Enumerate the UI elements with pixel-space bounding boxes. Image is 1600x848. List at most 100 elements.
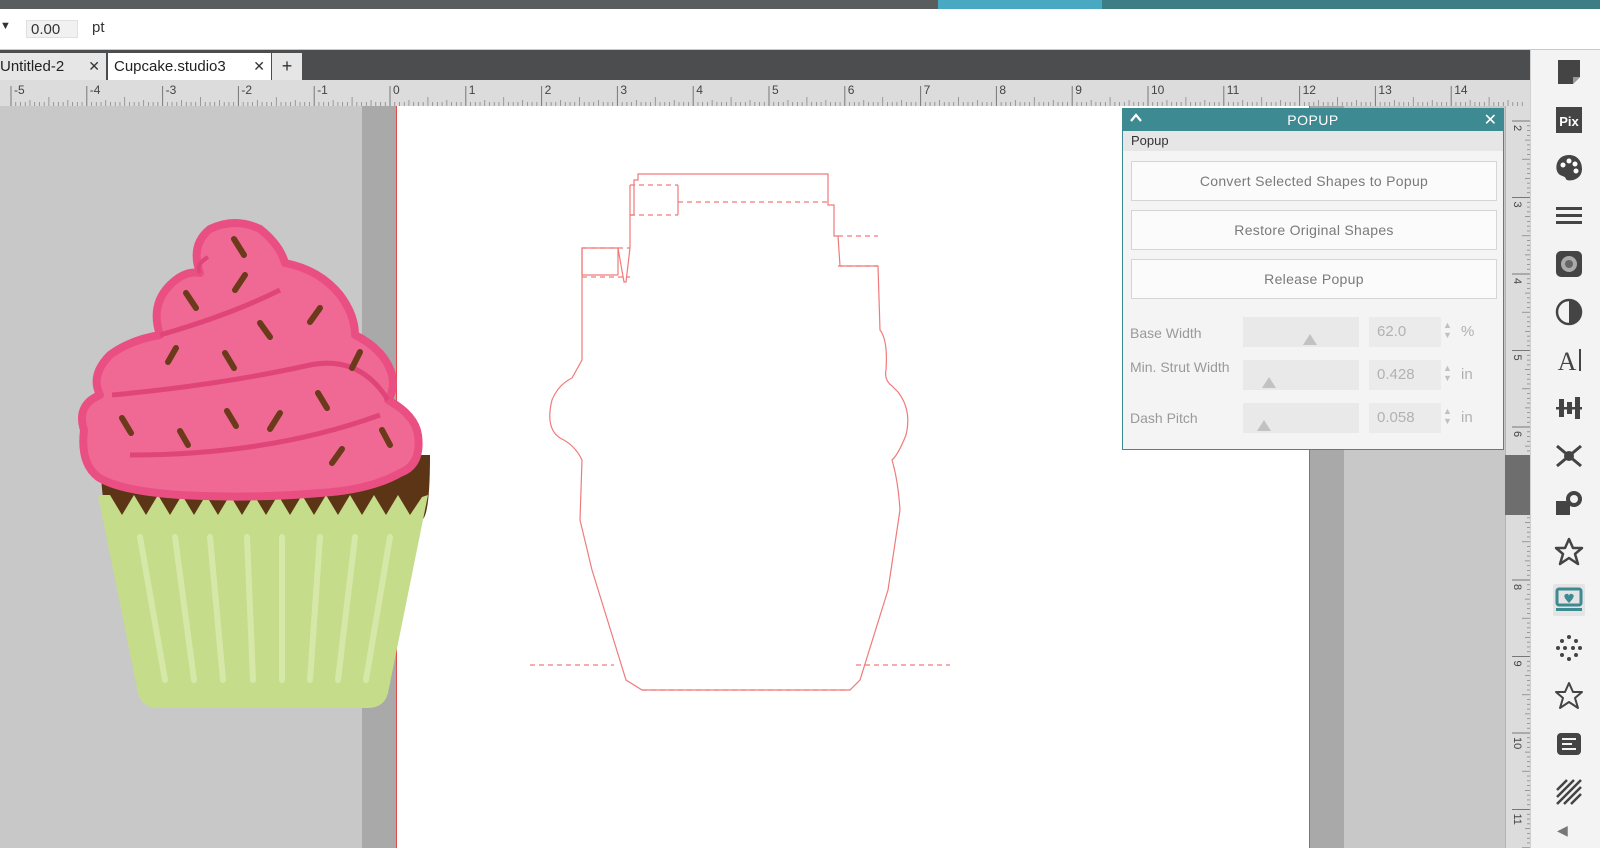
offset-icon — [1556, 635, 1582, 661]
toolbar-tab-active[interactable] — [938, 0, 1102, 9]
popup-section-header: Popup — [1123, 131, 1503, 151]
popup-panel: POPUP ✕ Popup Convert Selected Shapes to… — [1122, 108, 1504, 450]
min-strut-width-unit: in — [1461, 366, 1473, 383]
popup-panel-header[interactable]: POPUP ✕ — [1123, 109, 1503, 131]
dash-pitch-unit: in — [1461, 409, 1473, 426]
ruler-label: 11 — [1227, 83, 1240, 97]
base-width-slider[interactable] — [1243, 317, 1359, 347]
popup-tool[interactable] — [1553, 584, 1585, 616]
close-icon[interactable]: ✕ — [1484, 110, 1497, 130]
ruler-label: 3 — [620, 83, 627, 97]
popup-cut-outline[interactable] — [530, 170, 980, 715]
tool-panel: Pix A ◀ — [1530, 50, 1600, 848]
top-toolbar-strip — [0, 0, 1600, 9]
ruler-ticks: -5 -4 -3 -2 -1 0 1 2 3 4 5 6 7 8 9 10 11 12 13 14 — [10, 83, 1523, 106]
ruler-label: 5 — [772, 83, 779, 97]
pixscan-icon: Pix — [1556, 107, 1582, 133]
layers-tool[interactable] — [1553, 728, 1585, 760]
stepper-arrows-icon[interactable]: ▲ ▼ — [1443, 320, 1453, 340]
min-strut-width-label: Min. Strut Width — [1130, 359, 1230, 375]
ruler-label: 8 — [1511, 584, 1523, 590]
convert-to-popup-button[interactable]: Convert Selected Shapes to Popup — [1131, 161, 1497, 201]
ruler-label: -2 — [241, 83, 252, 97]
base-width-label: Base Width — [1130, 325, 1202, 341]
stroke-width-input[interactable]: 0.00 — [26, 20, 78, 38]
ruler-label: -1 — [317, 83, 328, 97]
ruler-label: 0 — [393, 83, 400, 97]
dash-pitch-slider[interactable] — [1243, 403, 1359, 433]
ruler-label: 1 — [469, 83, 476, 97]
tab-cupcake[interactable]: Cupcake.studio3 ✕ — [108, 53, 271, 80]
cupcake-artwork[interactable] — [70, 215, 440, 725]
ruler-label: 12 — [1303, 83, 1317, 97]
pixscan-tool[interactable]: Pix — [1553, 104, 1585, 136]
horizontal-ruler: -5 -4 -3 -2 -1 0 1 2 3 4 5 6 7 8 9 10 11 12 13 14 — [0, 80, 1530, 107]
min-strut-width-input[interactable]: 0.428 — [1369, 360, 1441, 390]
stroke-unit-label: pt — [92, 19, 105, 36]
slider-thumb[interactable] — [1256, 420, 1271, 431]
align-tool[interactable] — [1553, 392, 1585, 424]
replicate-icon — [1556, 444, 1582, 468]
align-icon — [1556, 397, 1582, 419]
stepper-arrows-icon[interactable]: ▲ ▼ — [1443, 363, 1453, 383]
add-tab-button[interactable]: + — [272, 53, 302, 80]
caret-down-icon[interactable]: ▼ — [0, 20, 11, 32]
ruler-label: 9 — [1511, 661, 1523, 667]
ruler-label: -4 — [90, 83, 101, 97]
close-icon[interactable]: ✕ — [88, 53, 100, 80]
ruler-label: 14 — [1454, 83, 1468, 97]
ruler-label: 8 — [999, 83, 1006, 97]
min-strut-width-slider[interactable] — [1243, 360, 1359, 390]
popup-icon — [1555, 587, 1583, 611]
tab-label: Cupcake.studio3 — [114, 58, 226, 75]
scrollbar-thumb[interactable] — [1505, 455, 1530, 515]
slider-thumb[interactable] — [1303, 334, 1318, 345]
dash-pitch-input[interactable]: 0.058 — [1369, 403, 1441, 433]
ruler-label: 5 — [1511, 355, 1523, 361]
replicate-tool[interactable] — [1553, 440, 1585, 472]
trace-tool[interactable] — [1553, 776, 1585, 808]
line-style-tool[interactable] — [1553, 200, 1585, 232]
layers-icon — [1557, 733, 1581, 755]
design-store-icon — [1554, 537, 1584, 566]
slider-thumb[interactable] — [1261, 377, 1276, 388]
ruler-label: 7 — [924, 83, 931, 97]
page-setup-icon — [1558, 60, 1580, 84]
svg-text:A: A — [1558, 347, 1577, 375]
ruler-label: -3 — [166, 83, 177, 97]
ruler-label: 2 — [1511, 125, 1523, 131]
dash-pitch-label: Dash Pitch — [1130, 410, 1198, 426]
image-effects-tool[interactable] — [1553, 248, 1585, 280]
toolbar-tabs[interactable] — [1102, 0, 1600, 9]
close-icon[interactable]: ✕ — [253, 53, 265, 80]
text-style-tool[interactable]: A — [1553, 344, 1585, 376]
design-store-tool[interactable] — [1553, 536, 1585, 568]
document-tab-bar: Untitled-2 ✕ Cupcake.studio3 ✕ + — [0, 50, 1530, 80]
ruler-label: 9 — [1075, 83, 1082, 97]
ruler-label: 2 — [545, 83, 552, 97]
sketch-tool[interactable] — [1553, 680, 1585, 712]
ruler-label: 6 — [1511, 431, 1523, 437]
tab-label: Untitled-2 — [0, 58, 65, 75]
trace-icon — [1556, 779, 1582, 805]
fill-tool[interactable] — [1553, 152, 1585, 184]
ruler-label: 4 — [1511, 278, 1523, 284]
base-width-input[interactable]: 62.0 — [1369, 317, 1441, 347]
fill-palette-icon — [1556, 155, 1582, 181]
ruler-label: 10 — [1151, 83, 1165, 97]
transparency-icon — [1555, 298, 1583, 326]
stepper-arrows-icon[interactable]: ▲ ▼ — [1443, 406, 1453, 426]
transparency-tool[interactable] — [1553, 296, 1585, 328]
tab-untitled-2[interactable]: Untitled-2 ✕ — [0, 53, 106, 80]
scroll-left-arrow[interactable]: ◀ — [1557, 822, 1568, 839]
modify-tool[interactable] — [1553, 488, 1585, 520]
popup-panel-title: POPUP — [1287, 112, 1339, 128]
offset-tool[interactable] — [1553, 632, 1585, 664]
restore-original-shapes-button[interactable]: Restore Original Shapes — [1131, 210, 1497, 250]
text-style-icon: A — [1558, 347, 1581, 375]
svg-text:Pix: Pix — [1559, 114, 1579, 129]
line-style-icon — [1556, 207, 1582, 224]
release-popup-button[interactable]: Release Popup — [1131, 259, 1497, 299]
ruler-label: 10 — [1511, 737, 1523, 749]
page-setup-tool[interactable] — [1553, 56, 1585, 88]
